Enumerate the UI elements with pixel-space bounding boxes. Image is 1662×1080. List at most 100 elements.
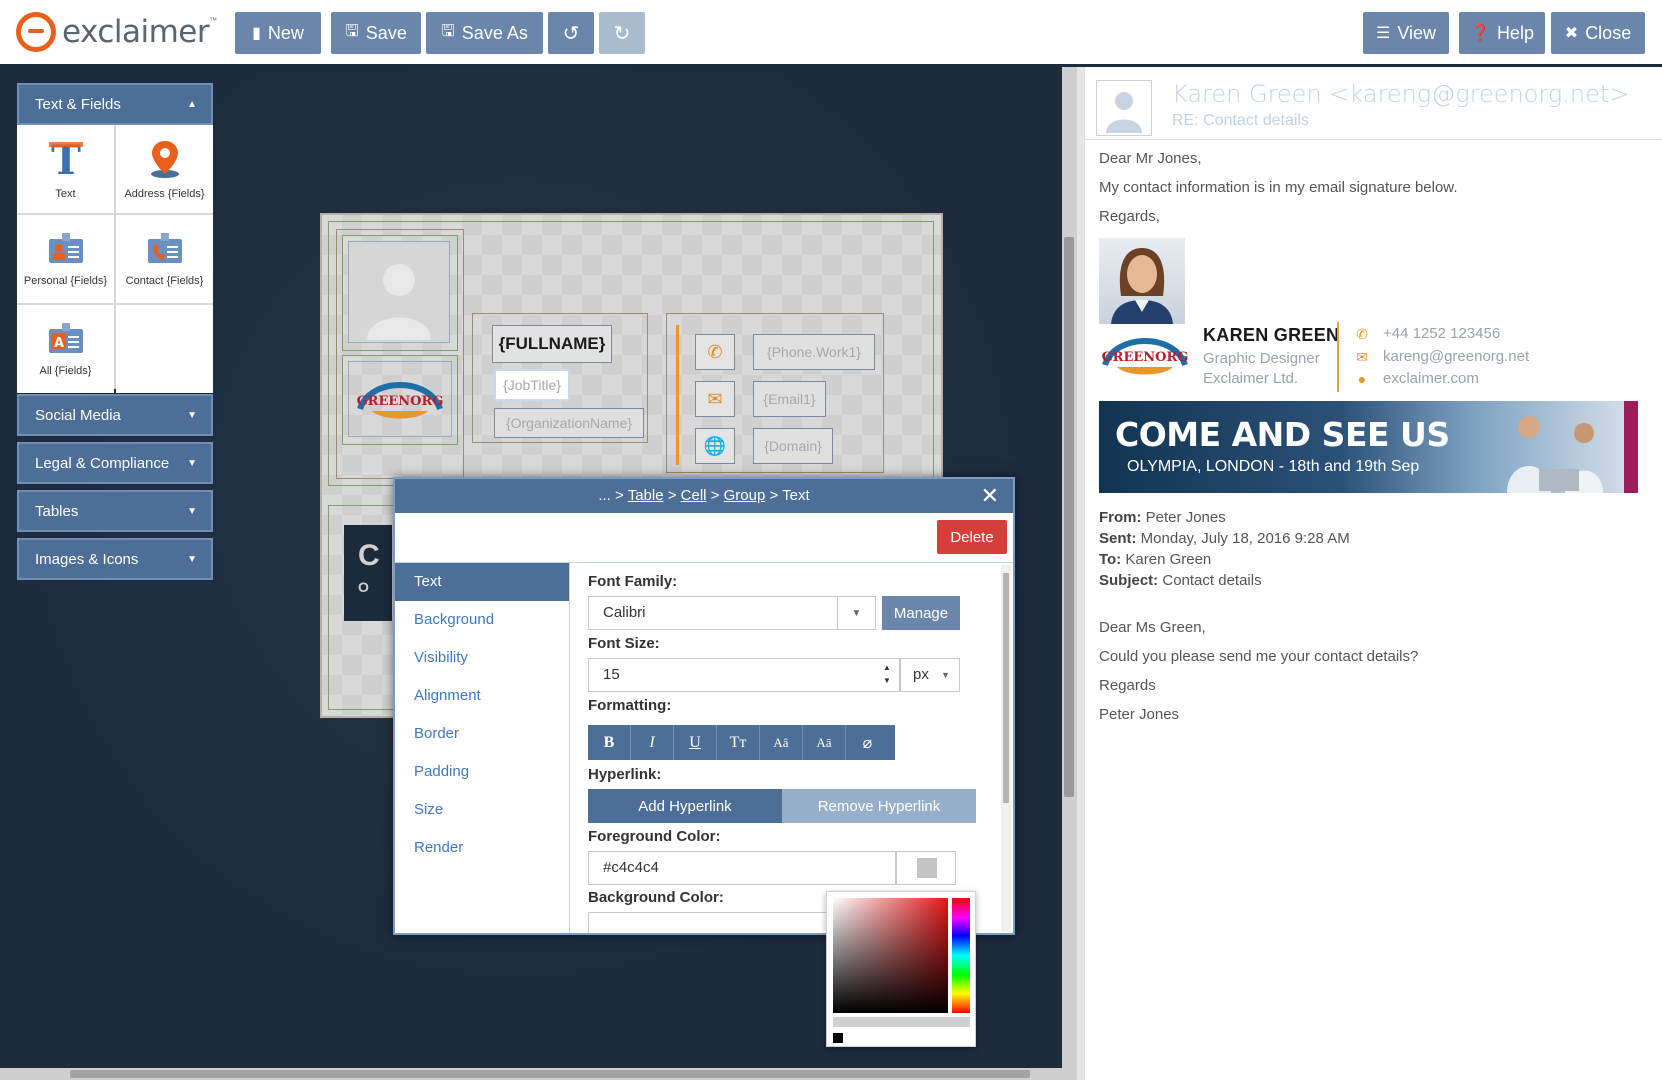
floppy-icon: 🖫	[441, 22, 455, 40]
scrollbar-thumb[interactable]	[1003, 573, 1009, 803]
accordion-legal-compliance[interactable]: Legal & Compliance ▼	[17, 442, 213, 484]
exclaimer-logo: exclaimer ™	[16, 12, 217, 52]
scrollbar-thumb[interactable]	[70, 1070, 1030, 1078]
person-placeholder-icon	[1106, 92, 1142, 133]
photo-placeholder[interactable]	[348, 241, 450, 343]
subscript-button[interactable]: Aā	[803, 725, 846, 760]
caret-down-icon: ▼	[187, 458, 197, 469]
redo-button[interactable]: ↻	[599, 12, 645, 54]
nav-render[interactable]: Render	[395, 829, 569, 867]
help-button[interactable]: ❓ Help	[1459, 12, 1545, 54]
contact-separator	[676, 325, 679, 465]
domain-field[interactable]: {Domain}	[753, 428, 833, 464]
scrollbar-thumb[interactable]	[1064, 237, 1074, 797]
email-icon[interactable]: ✉	[695, 381, 735, 417]
email-greeting: Dear Mr Jones,	[1099, 150, 1202, 167]
organization-field[interactable]: {OrganizationName}	[494, 408, 644, 438]
color-swatch	[917, 858, 937, 878]
accordion-social-media[interactable]: Social Media ▼	[17, 394, 213, 436]
all-fields-icon: A	[48, 323, 83, 353]
email-field[interactable]: {Email1}	[753, 381, 826, 417]
accordion-text-fields[interactable]: Text & Fields ▲	[17, 83, 213, 125]
nav-padding[interactable]: Padding	[395, 753, 569, 791]
breadcrumb-table[interactable]: Table	[628, 487, 664, 504]
banner-thumb-fragment-2: O	[358, 579, 369, 595]
alpha-slider[interactable]	[833, 1017, 970, 1027]
accordion-images-icons[interactable]: Images & Icons ▼	[17, 538, 213, 580]
font-family-select[interactable]: Calibri	[588, 596, 838, 630]
nav-visibility[interactable]: Visibility	[395, 639, 569, 677]
breadcrumb-current: Text	[782, 487, 810, 504]
new-button-label: New	[267, 22, 304, 43]
font-unit-select[interactable]: px ▼	[900, 658, 960, 692]
tool-all-fields[interactable]: A All {Fields}	[17, 305, 114, 393]
underline-button[interactable]: U	[674, 725, 717, 760]
pane-splitter[interactable]	[1076, 67, 1084, 1080]
clear-format-button[interactable]: ⌀	[846, 725, 889, 760]
foreground-color-input[interactable]: #c4c4c4	[588, 851, 896, 885]
superscript-button[interactable]: Aâ	[760, 725, 803, 760]
nav-text[interactable]: Text	[395, 563, 569, 601]
signature-separator	[1337, 322, 1339, 392]
font-case-button[interactable]: Tт	[717, 725, 760, 760]
accordion-social-media-label: Social Media	[35, 406, 121, 424]
svg-text:GREENORG: GREENORG	[1102, 350, 1189, 365]
accordion-tables[interactable]: Tables ▼	[17, 490, 213, 532]
new-button[interactable]: ▮ New	[235, 12, 321, 54]
view-button[interactable]: ☰ View	[1363, 12, 1449, 54]
foreground-color-swatch-button[interactable]	[896, 851, 956, 885]
nav-background[interactable]: Background	[395, 601, 569, 639]
font-size-input[interactable]: 15	[588, 658, 900, 692]
dialog-scrollbar[interactable]	[1001, 565, 1011, 931]
bold-button[interactable]: B	[588, 725, 631, 760]
company-logo[interactable]: GREENORG	[348, 361, 452, 437]
dialog-close-icon[interactable]: ✕	[981, 483, 999, 509]
email-header: Karen Green <kareng@greenorg.net> RE: Co…	[1085, 67, 1662, 140]
logo-trademark: ™	[209, 16, 218, 25]
canvas-vertical-scrollbar[interactable]	[1062, 67, 1076, 1068]
tool-address-fields[interactable]: Address {Fields}	[116, 125, 213, 213]
saturation-value-area[interactable]	[833, 898, 948, 1013]
delete-button[interactable]: Delete	[937, 520, 1007, 554]
phone-field[interactable]: {Phone.Work1}	[753, 334, 875, 370]
background-color-label: Background Color:	[588, 889, 724, 906]
remove-hyperlink-button[interactable]: Remove Hyperlink	[782, 789, 976, 823]
tool-text-label: Text	[55, 188, 76, 200]
text-properties-dialog: ... > Table > Cell > Group > Text ✕ Dele…	[393, 477, 1015, 935]
save-as-button-label: Save As	[461, 22, 528, 43]
save-as-button[interactable]: 🖫 Save As	[426, 12, 543, 54]
breadcrumb-cell[interactable]: Cell	[681, 487, 707, 504]
accordion-tables-label: Tables	[35, 502, 79, 520]
formatting-toolbar: B I U Tт Aâ Aā ⌀	[588, 725, 895, 760]
email-icon: ✉	[1356, 348, 1368, 365]
chevron-down-icon[interactable]: ▼	[838, 596, 876, 630]
globe-icon[interactable]: 🌐	[695, 428, 735, 464]
jobtitle-field[interactable]: {JobTitle}	[494, 369, 570, 401]
accordion-legal-label: Legal & Compliance	[35, 454, 170, 472]
manage-fonts-button[interactable]: Manage	[882, 596, 960, 630]
close-button[interactable]: ✖ Close	[1551, 12, 1645, 54]
tool-text[interactable]: T Text	[17, 125, 114, 213]
tool-contact-fields[interactable]: Contact {Fields}	[116, 215, 213, 303]
breadcrumb-group[interactable]: Group	[724, 487, 766, 504]
help-icon: ❓	[1470, 25, 1490, 42]
signature-banner: COME AND SEE US OLYMPIA, LONDON - 18th a…	[1099, 401, 1638, 493]
nav-size[interactable]: Size	[395, 791, 569, 829]
nav-border[interactable]: Border	[395, 715, 569, 753]
phone-icon[interactable]: ✆	[695, 334, 735, 370]
italic-button[interactable]: I	[631, 725, 674, 760]
fullname-field[interactable]: {FULLNAME}	[492, 325, 612, 363]
caret-down-icon: ▼	[187, 554, 197, 565]
nav-alignment[interactable]: Alignment	[395, 677, 569, 715]
canvas-horizontal-scrollbar[interactable]	[0, 1068, 1076, 1080]
tool-personal-fields[interactable]: Personal {Fields}	[17, 215, 114, 303]
color-picker[interactable]	[826, 891, 976, 1047]
undo-button[interactable]: ↺	[548, 12, 594, 54]
tool-personal-label: Personal {Fields}	[23, 275, 108, 287]
save-button[interactable]: 🖫 Save	[331, 12, 421, 54]
font-size-stepper[interactable]: ▲ ▼	[883, 661, 891, 687]
add-hyperlink-button[interactable]: Add Hyperlink	[588, 789, 782, 823]
hue-slider[interactable]	[952, 898, 970, 1013]
banner-thumbnail[interactable]: C O	[344, 525, 392, 621]
view-icon: ☰	[1375, 25, 1391, 42]
